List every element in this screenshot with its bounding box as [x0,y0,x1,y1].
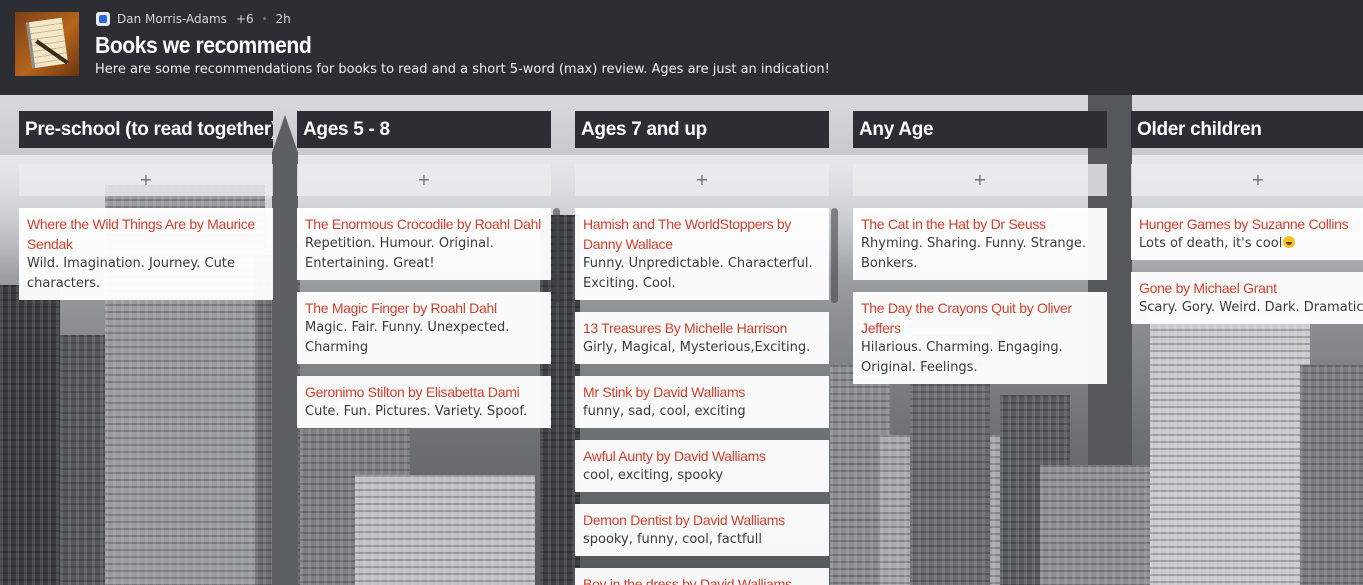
post-title: The Cat in the Hat by Dr Seuss [861,216,1046,232]
post-card[interactable]: 13 Treasures By Michelle Harrison Girly,… [575,312,829,364]
column-older-children: Older children + Hunger Games by Suzanne… [1131,111,1363,336]
post-body: Funny. Unpredictable. Characterful. Exci… [583,256,813,291]
column-ages-5-8: Ages 5 - 8 + The Enormous Crocodile by R… [297,111,551,440]
author-avatar-icon[interactable] [96,12,110,26]
post-body: cool, exciting, spooky [583,468,724,483]
column-title[interactable]: Ages 7 and up [575,111,829,148]
column-pre-school: Pre-school (to read together) + Where th… [19,111,273,312]
post-card[interactable]: Awful Aunty by David Walliams cool, exci… [575,440,829,492]
contributors-count[interactable]: +6 [236,12,254,26]
post-card[interactable]: The Magic Finger by Roahl Dahl Magic. Fa… [297,292,551,364]
post-body: Hilarious. Charming. Engaging. Original.… [861,340,1063,375]
post-body: Girly, Magical, Mysterious,Exciting. [583,340,811,355]
post-body: Lots of death, it's cool [1139,234,1363,254]
post-card[interactable]: Gone by Michael Grant Scary. Gory. Weird… [1131,272,1363,324]
board-title: Books we recommend [95,32,312,58]
post-card[interactable]: Demon Dentist by David Walliams spooky, … [575,504,829,556]
board-thumbnail[interactable] [15,12,79,76]
post-card[interactable]: The Enormous Crocodile by Roahl Dahl Rep… [297,208,551,280]
post-title: Boy in the dress by David Walliams [583,576,792,585]
board-meta: Dan Morris-Adams +6 • 2h [96,11,291,27]
post-card[interactable]: Hunger Games by Suzanne Collins Lots of … [1131,208,1363,260]
post-card[interactable]: Mr Stink by David Walliams funny, sad, c… [575,376,829,428]
post-card[interactable]: Where the Wild Things Are by Maurice Sen… [19,208,273,300]
post-body: Repetition. Humour. Original. Entertaini… [305,236,494,271]
timestamp: 2h [275,12,291,26]
board-header: Dan Morris-Adams +6 • 2h Books we recomm… [0,0,1363,95]
separator-dot: • [261,13,268,25]
author-name[interactable]: Dan Morris-Adams [117,12,227,26]
post-title: Gone by Michael Grant [1139,280,1277,296]
post-title: The Day the Crayons Quit by Oliver Jeffe… [861,300,1072,336]
column-title[interactable]: Any Age [853,111,1107,148]
post-title: Hamish and The WorldStoppers by Danny Wa… [583,216,792,252]
post-title: Awful Aunty by David Walliams [583,448,766,464]
column-scrollbar[interactable] [831,208,838,303]
post-title: 13 Treasures By Michelle Harrison [583,320,788,336]
post-card[interactable]: Geronimo Stilton by Elisabetta Dami Cute… [297,376,551,428]
post-body: funny, sad, cool, exciting [583,404,746,419]
post-card[interactable]: The Cat in the Hat by Dr Seuss Rhyming. … [853,208,1107,280]
column-title[interactable]: Pre-school (to read together) [19,111,273,148]
column-title[interactable]: Ages 5 - 8 [297,111,551,148]
add-post-button[interactable]: + [1131,164,1363,196]
post-body: spooky, funny, cool, factfull [583,532,762,547]
add-post-button[interactable]: + [297,164,551,196]
column-ages-7-up: Ages 7 and up + Hamish and The WorldStop… [575,111,829,585]
post-title: Mr Stink by David Walliams [583,384,746,400]
post-card[interactable]: The Day the Crayons Quit by Oliver Jeffe… [853,292,1107,384]
column-any-age: Any Age + The Cat in the Hat by Dr Seuss… [853,111,1107,396]
post-title: The Magic Finger by Roahl Dahl [305,300,497,316]
post-body: Cute. Fun. Pictures. Variety. Spoof. [305,404,528,419]
post-body: Rhyming. Sharing. Funny. Strange. Bonker… [861,236,1087,271]
column-scrollbar[interactable] [553,208,560,303]
post-body: Wild. Imagination. Journey. Cute charact… [27,256,235,291]
board-description: Here are some recommendations for books … [95,62,830,77]
post-body: Magic. Fair. Funny. Unexpected. Charming [305,320,510,355]
post-card[interactable]: Hamish and The WorldStoppers by Danny Wa… [575,208,829,300]
post-title: Hunger Games by Suzanne Collins [1139,216,1349,232]
grinning-emoji-icon [1283,236,1296,248]
column-title[interactable]: Older children [1131,111,1363,148]
post-title: Geronimo Stilton by Elisabetta Dami [305,384,520,400]
post-card[interactable]: Boy in the dress by David Walliams [575,568,829,585]
post-body: Scary. Gory. Weird. Dark. Dramatic [1139,300,1363,315]
add-post-button[interactable]: + [19,164,273,196]
add-post-button[interactable]: + [575,164,829,196]
post-title: Demon Dentist by David Walliams [583,512,785,528]
post-body-text: Lots of death, it's cool [1139,236,1283,251]
post-title: The Enormous Crocodile by Roahl Dahl [305,216,541,232]
post-title: Where the Wild Things Are by Maurice Sen… [27,216,255,252]
add-post-button[interactable]: + [853,164,1107,196]
